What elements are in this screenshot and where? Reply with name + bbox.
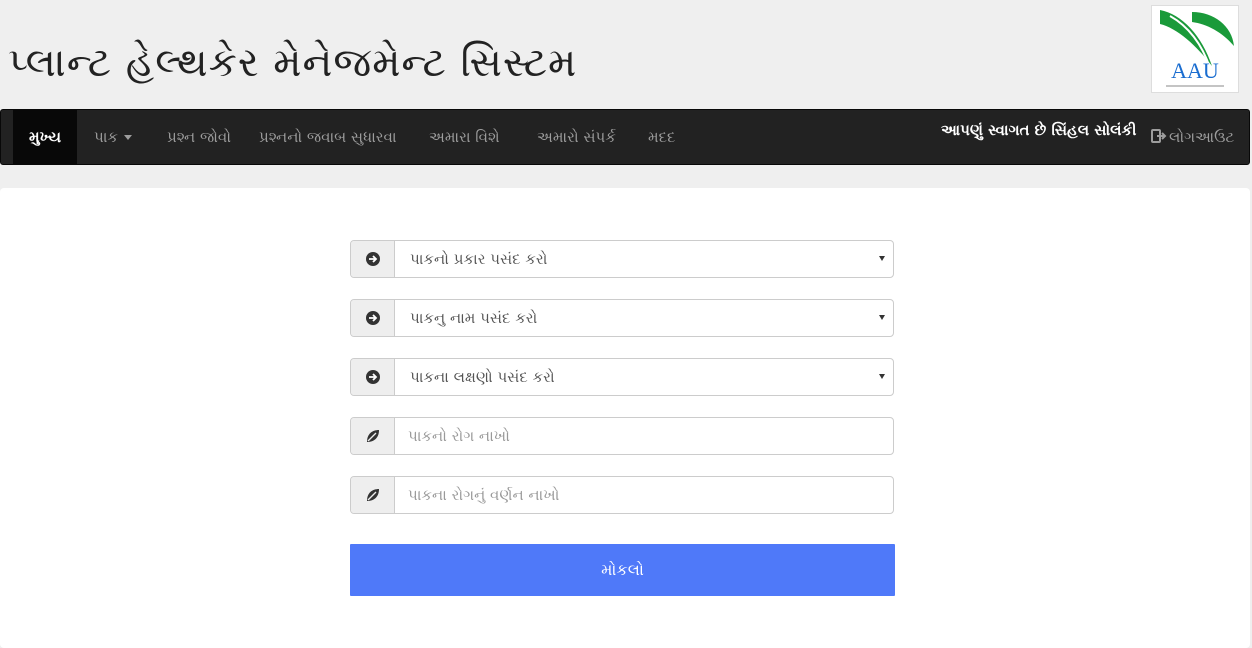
nav-item-label: મદદ (648, 128, 676, 146)
nav-item-about[interactable]: અમારા વિશે (413, 110, 516, 164)
submit-button[interactable]: મોકલો (350, 544, 895, 596)
select-value: પાકનો પ્રકાર પસંદ કરો (410, 250, 548, 268)
site-title: પ્લાન્ટ હેલ્થકેર મેનેજમેન્ટ સિસ્ટમ (8, 40, 578, 86)
crop-disease-input[interactable]: પાકનો રોગ નાખો (350, 417, 894, 455)
aau-logo: AAU (1151, 5, 1239, 93)
nav-item-contact[interactable]: અમારો સંપર્ક (521, 110, 632, 164)
logout-link[interactable]: લોગઆઉટ (1151, 122, 1234, 152)
nav-item-view-questions[interactable]: પ્રશ્ન જોવો (151, 110, 247, 164)
logout-label: લોગઆઉટ (1169, 128, 1235, 146)
nav-item-label: પાક (94, 128, 119, 146)
crop-disease-description-input[interactable]: પાકના રોગનું વર્ણન નાખો (350, 476, 894, 514)
dropdown-arrow-icon (879, 256, 885, 261)
circle-arrow-right-icon (351, 300, 395, 336)
nav-item-label: અમારા વિશે (429, 128, 500, 146)
site-header: પ્લાન્ટ હેલ્થકેર મેનેજમેન્ટ સિસ્ટમ AAU (0, 0, 1252, 108)
main-navbar: મુખ્ય પાક પ્રશ્ન જોવો પ્રશ્નનો જવાબ સુધા… (0, 109, 1250, 165)
nav-item-crop[interactable]: પાક (78, 110, 148, 164)
circle-arrow-right-icon (351, 359, 395, 395)
select-value: પાકના લક્ષણો પસંદ કરો (410, 368, 555, 386)
leaf-icon (351, 477, 395, 513)
nav-item-label: પ્રશ્ન જોવો (167, 128, 232, 146)
select-value: પાકનુ નામ પસંદ કરો (410, 309, 538, 327)
welcome-text: આપણું સ્વાગત છે સિંહલ સોલંકી (941, 121, 1137, 139)
leaf-icon (351, 418, 395, 454)
circle-arrow-right-icon (351, 241, 395, 277)
logo-text: AAU (1171, 58, 1219, 83)
logout-icon (1151, 123, 1167, 153)
nav-item-edit-answers[interactable]: પ્રશ્નનો જવાબ સુધારવા (243, 110, 413, 164)
nav-item-label: અમારો સંપર્ક (537, 128, 616, 146)
disease-description-placeholder: પાકના રોગનું વર્ણન નાખો (408, 486, 560, 504)
nav-item-label: પ્રશ્નનો જવાબ સુધારવા (259, 128, 397, 146)
crop-name-select[interactable]: પાકનુ નામ પસંદ કરો (350, 299, 894, 337)
dropdown-arrow-icon (879, 315, 885, 320)
crop-symptoms-select[interactable]: પાકના લક્ષણો પસંદ કરો (350, 358, 894, 396)
caret-down-icon (124, 135, 133, 140)
nav-item-label: મુખ્ય (29, 128, 61, 146)
dropdown-arrow-icon (879, 374, 885, 379)
disease-placeholder: પાકનો રોગ નાખો (408, 427, 510, 445)
nav-item-home[interactable]: મુખ્ય (13, 110, 77, 164)
nav-item-help[interactable]: મદદ (632, 110, 691, 164)
crop-type-select[interactable]: પાકનો પ્રકાર પસંદ કરો (350, 240, 894, 278)
